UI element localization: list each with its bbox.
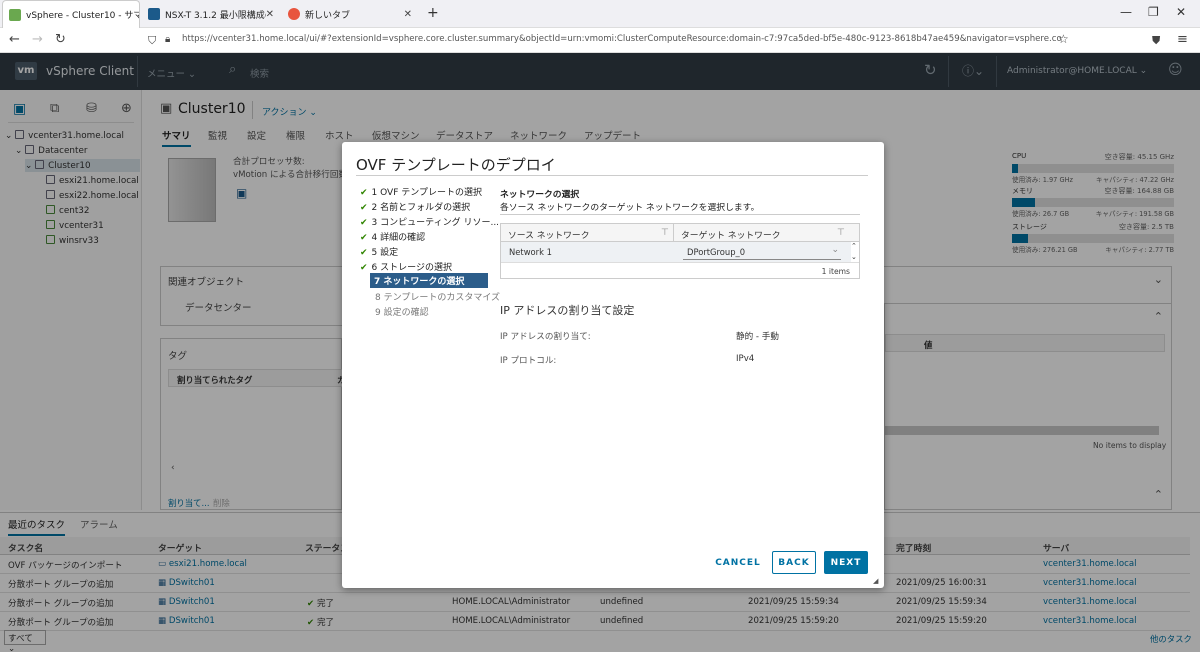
tab-title: 新しいタブ (305, 10, 351, 21)
target-network-select[interactable]: DPortGroup_0 ⌄ (683, 245, 841, 260)
check-icon: ✔ (360, 248, 368, 258)
vsphere-favicon-icon (9, 8, 21, 21)
forward-arrow-icon[interactable]: → (32, 32, 43, 47)
network-table-header: ソース ネットワーク ⊤ ターゲット ネットワーク ⊤ (501, 224, 859, 242)
col-divider (673, 224, 674, 242)
address-bar-row: ← → ↻ ⛉ 🔒︎ https://vcenter31.home.local/… (0, 28, 1200, 53)
check-icon: ✔ (360, 203, 368, 213)
source-network-value: Network 1 (509, 247, 552, 257)
check-icon: ✔ (360, 233, 368, 243)
check-icon: ✔ (360, 188, 368, 198)
firefox-favicon-icon (288, 8, 300, 20)
wizard-step-3[interactable]: ✔ 3 コンピューティング リソー... (360, 215, 499, 228)
wizard-step-8: 8 テンプレートのカスタマイズ (375, 293, 501, 303)
check-icon: ✔ (360, 263, 368, 273)
doc-favicon-icon (148, 8, 160, 20)
reload-icon[interactable]: ↻ (55, 32, 66, 47)
section-divider (500, 214, 860, 215)
wizard-step-1[interactable]: ✔ 1 OVF テンプレートの選択 (360, 185, 482, 198)
back-button[interactable]: BACK (772, 551, 816, 574)
browser-tab-bar: vSphere - Cluster10 - サマリ ✕ NSX-T 3.1.2 … (0, 0, 1200, 28)
lock-icon[interactable]: 🔒︎ (165, 34, 170, 45)
ip-protocol-value: IPv4 (736, 354, 755, 364)
wizard-step-9: 9 設定の確認 (375, 308, 429, 318)
next-button[interactable]: NEXT (824, 551, 868, 574)
ip-allocation-value: 静的 - 手動 (736, 332, 779, 342)
close-tab-icon[interactable]: ✕ (404, 9, 412, 20)
scroll-up-icon[interactable]: ⌃ (851, 242, 857, 250)
wizard-step-7-current[interactable]: 7 ネットワークの選択 (370, 273, 488, 288)
bookmark-star-icon[interactable]: ☆ (1058, 32, 1069, 46)
app-menu-icon[interactable]: ≡ (1177, 32, 1188, 47)
deploy-ovf-dialog: OVF テンプレートのデプロイ ✔ 1 OVF テンプレートの選択 ✔ 2 名前とフ… (342, 142, 884, 588)
filter-icon[interactable]: ⊤ (661, 228, 669, 238)
close-window-icon[interactable]: ✕ (1176, 5, 1186, 19)
restore-icon[interactable]: ❐ (1148, 5, 1159, 19)
url-field[interactable]: https://vcenter31.home.local/ui/#?extens… (182, 34, 1062, 44)
shield-icon[interactable]: ⛉ (148, 34, 156, 48)
col-target-network: ターゲット ネットワーク (681, 231, 781, 241)
chevron-down-icon: ⌄ (831, 245, 839, 255)
col-source-network: ソース ネットワーク (508, 231, 590, 241)
section-title: ネットワークの選択 (500, 190, 580, 200)
filter-icon[interactable]: ⊤ (837, 228, 845, 238)
wizard-step-6[interactable]: ✔ 6 ストレージの選択 (360, 260, 452, 273)
check-icon: ✔ (360, 218, 368, 228)
browser-tab-vsphere[interactable]: vSphere - Cluster10 - サマリ ✕ (2, 0, 140, 28)
scroll-down-icon[interactable]: ⌄ (851, 253, 857, 261)
ip-protocol-label: IP プロトコル: (500, 356, 557, 366)
new-tab-button[interactable]: + (427, 5, 439, 21)
resize-handle-icon[interactable]: ◢ (873, 577, 878, 585)
pocket-icon[interactable]: ⛊ (1152, 34, 1160, 48)
close-tab-icon[interactable]: ✕ (266, 9, 274, 20)
ip-allocation-title: IP アドレスの割り当て設定 (500, 304, 635, 317)
footer-divider (501, 262, 859, 263)
browser-tab-new[interactable]: 新しいタブ ✕ (282, 0, 418, 28)
section-description: 各ソース ネットワークのターゲット ネットワークを選択します。 (500, 203, 760, 213)
wizard-step-2[interactable]: ✔ 2 名前とフォルダの選択 (360, 200, 470, 213)
tab-title: NSX-T 3.1.2 最小限構成のインスト (165, 10, 266, 21)
network-row[interactable]: Network 1 DPortGroup_0 ⌄ (501, 242, 851, 262)
title-divider (356, 175, 868, 176)
browser-tab-nsx[interactable]: NSX-T 3.1.2 最小限構成のインスト ✕ (142, 0, 280, 28)
cancel-button[interactable]: CANCEL (712, 551, 764, 574)
dialog-title: OVF テンプレートのデプロイ (356, 156, 556, 174)
item-count: 1 items (821, 267, 850, 276)
tab-title: vSphere - Cluster10 - サマリ (26, 11, 140, 21)
network-mapping-table: ソース ネットワーク ⊤ ターゲット ネットワーク ⊤ Network 1 DP… (500, 223, 860, 279)
minimize-icon[interactable]: — (1120, 5, 1132, 19)
wizard-step-5[interactable]: ✔ 5 設定 (360, 245, 398, 258)
wizard-step-4[interactable]: ✔ 4 詳細の確認 (360, 230, 425, 243)
back-arrow-icon[interactable]: ← (9, 32, 20, 47)
ip-allocation-label: IP アドレスの割り当て: (500, 332, 591, 342)
